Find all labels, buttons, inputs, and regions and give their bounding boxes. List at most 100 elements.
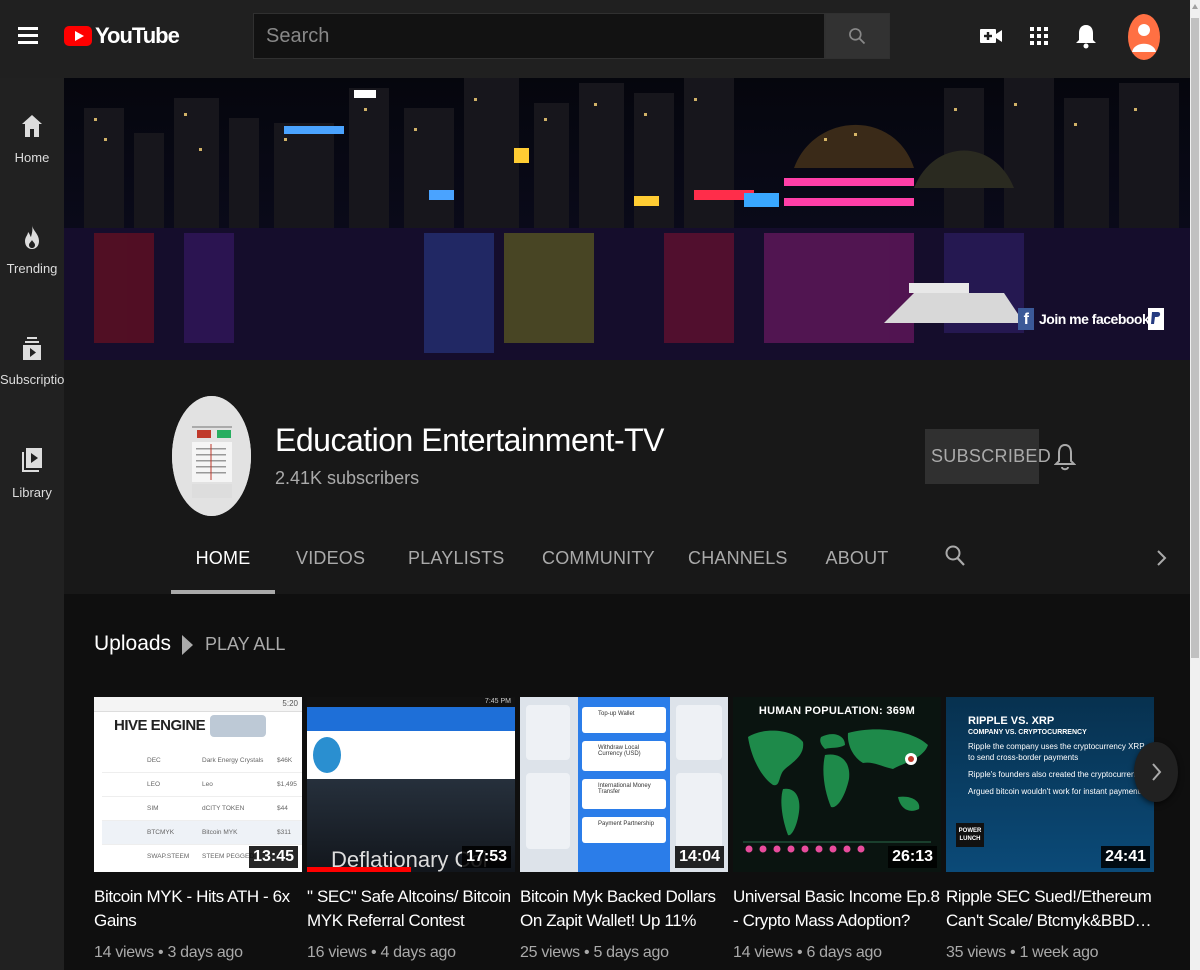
thumb-menu-item: Withdraw Local Currency (USD) bbox=[582, 741, 666, 771]
video-title[interactable]: Ripple SEC Sued!/Ethereum Can't Scale/ B… bbox=[946, 885, 1154, 933]
tab-about[interactable]: ABOUT bbox=[824, 532, 890, 590]
sidebar-label-trending: Trending bbox=[6, 261, 58, 276]
video-card[interactable]: 5:20 HIVE ENGINE DEC Dark Energy Crystals… bbox=[94, 697, 302, 962]
thumb-side-card bbox=[526, 705, 570, 760]
create-video-icon[interactable] bbox=[977, 22, 1005, 50]
video-card[interactable]: Top-up Wallet Withdraw Local Currency (U… bbox=[520, 697, 728, 962]
tab-channels[interactable]: CHANNELS bbox=[688, 532, 787, 590]
video-title[interactable]: Bitcoin Myk Backed Dollars On Zapit Wall… bbox=[520, 885, 728, 933]
uploads-title[interactable]: Uploads bbox=[94, 632, 171, 656]
video-title[interactable]: Universal Basic Income Ep.8 - Crypto Mas… bbox=[733, 885, 941, 933]
video-thumbnail[interactable]: Top-up Wallet Withdraw Local Currency (U… bbox=[520, 697, 728, 872]
channel-search-icon[interactable] bbox=[944, 544, 966, 568]
video-duration: 24:41 bbox=[1101, 846, 1150, 868]
video-duration: 14:04 bbox=[675, 846, 724, 868]
thumb-status-bar: 7:45 PM bbox=[307, 697, 515, 707]
video-duration: 26:13 bbox=[888, 846, 937, 868]
thumb-status-bar: 5:20 bbox=[94, 697, 302, 712]
play-all-label: PLAY ALL bbox=[205, 634, 286, 654]
home-icon bbox=[22, 115, 42, 137]
search-box bbox=[253, 13, 825, 59]
masthead: YouTube bbox=[0, 0, 1200, 78]
sidebar-label-subscriptions: Subscriptions bbox=[0, 372, 79, 387]
thumb-menu-item: International Money Transfer bbox=[582, 779, 666, 809]
thumb-token-row: BTCMYK Bitcoin MYK $311 bbox=[102, 821, 302, 845]
avatar-circle bbox=[1128, 14, 1160, 60]
sidebar-item-subscriptions[interactable]: Subscriptions bbox=[0, 334, 79, 434]
sidebar-label-home: Home bbox=[14, 150, 50, 165]
video-card[interactable]: HUMAN POPULATION: 369M 26:13 Universal B… bbox=[733, 697, 941, 962]
thumb-token-row: SIM dCITY TOKEN $44 bbox=[102, 797, 302, 821]
thumb-app-bar bbox=[307, 707, 515, 731]
thumb-bullet: Argued bitcoin wouldn't work for instant… bbox=[968, 787, 1144, 796]
sidebar-item-home[interactable]: Home bbox=[0, 112, 64, 212]
logo-text: YouTube bbox=[95, 23, 180, 48]
carousel-next-button[interactable] bbox=[1134, 742, 1178, 802]
uploads-section: Uploads PLAY ALL 5:20 HIVE ENGINE DEC Dar… bbox=[64, 594, 1190, 970]
sidebar-item-trending[interactable]: Trending bbox=[0, 223, 64, 323]
page-scrollbar[interactable] bbox=[1190, 0, 1200, 970]
paypal-link[interactable] bbox=[1148, 308, 1164, 330]
thumb-side-card bbox=[676, 773, 722, 849]
user-avatar[interactable] bbox=[1128, 14, 1160, 60]
play-icon bbox=[182, 634, 193, 655]
play-all-button[interactable]: PLAY ALL bbox=[182, 634, 285, 655]
video-meta: 14 views • 6 days ago bbox=[733, 944, 882, 961]
chevron-right-icon bbox=[1152, 763, 1162, 781]
thumb-power-lunch-logo: POWER LUNCH bbox=[956, 823, 984, 847]
video-meta: 25 views • 5 days ago bbox=[520, 944, 669, 961]
facebook-link-text: Join me facebook bbox=[1039, 311, 1150, 327]
notification-bell-icon[interactable] bbox=[1054, 442, 1076, 472]
tabs-chevron-right-icon[interactable] bbox=[1154, 548, 1168, 568]
tab-community[interactable]: COMMUNITY bbox=[542, 532, 655, 590]
video-thumbnail[interactable]: HUMAN POPULATION: 369M 26:13 bbox=[733, 697, 941, 872]
thumb-bullet: Ripple the company uses the cryptocurren… bbox=[968, 742, 1145, 762]
channel-name: Education Entertainment-TV bbox=[275, 422, 664, 458]
facebook-icon: f bbox=[1018, 308, 1034, 330]
facebook-link[interactable]: f Join me facebook bbox=[1018, 308, 1150, 330]
apps-grid-icon[interactable] bbox=[1025, 22, 1053, 50]
video-meta: 35 views • 1 week ago bbox=[946, 944, 1099, 961]
video-meta: 14 views • 3 days ago bbox=[94, 944, 243, 961]
video-card[interactable]: RIPPLE VS. XRP COMPANY VS. CRYPTOCURRENC… bbox=[946, 697, 1154, 962]
tab-videos[interactable]: VIDEOS bbox=[296, 532, 365, 590]
video-thumbnail[interactable]: 7:45 PM Deflationary Coi 17:53 bbox=[307, 697, 515, 872]
thumb-ripple-title: RIPPLE VS. XRP bbox=[968, 715, 1055, 727]
sidebar-label-library: Library bbox=[12, 485, 52, 500]
thumb-token-row: LEO Leo $1,495 bbox=[102, 773, 302, 797]
search-button[interactable] bbox=[825, 13, 890, 59]
menu-icon[interactable] bbox=[18, 27, 38, 45]
thumb-ripple-bullets: Ripple the company uses the cryptocurren… bbox=[968, 741, 1148, 797]
thumb-side-card bbox=[526, 773, 570, 849]
play-logo-icon bbox=[64, 26, 92, 46]
thumb-menu-item: Payment Partnership bbox=[582, 817, 666, 843]
video-duration: 13:45 bbox=[249, 846, 298, 868]
search-icon bbox=[849, 28, 866, 45]
scrollbar-thumb[interactable] bbox=[1191, 18, 1199, 658]
thumb-wallet-menu: Top-up Wallet Withdraw Local Currency (U… bbox=[582, 707, 666, 843]
flame-icon bbox=[25, 225, 39, 249]
library-icon bbox=[22, 448, 42, 472]
video-duration: 17:53 bbox=[462, 846, 511, 868]
channel-avatar[interactable] bbox=[172, 396, 251, 516]
thumb-coin-logo bbox=[313, 737, 341, 773]
tab-playlists[interactable]: PLAYLISTS bbox=[408, 532, 504, 590]
subscribed-button[interactable]: SUBSCRIBED bbox=[925, 429, 1051, 484]
tab-home[interactable]: HOME bbox=[171, 532, 275, 594]
video-title[interactable]: " SEC" Safe Altcoins/ Bitcoin MYK Referr… bbox=[307, 885, 515, 933]
youtube-logo[interactable]: YouTube bbox=[64, 23, 180, 49]
video-title[interactable]: Bitcoin MYK - Hits ATH - 6x Gains bbox=[94, 885, 302, 933]
video-card[interactable]: 7:45 PM Deflationary Coi 17:53 " SEC" Sa… bbox=[307, 697, 515, 962]
video-thumbnail[interactable]: 5:20 HIVE ENGINE DEC Dark Energy Crystals… bbox=[94, 697, 302, 872]
video-thumbnail[interactable]: RIPPLE VS. XRP COMPANY VS. CRYPTOCURRENC… bbox=[946, 697, 1154, 872]
thumb-menu-item: Top-up Wallet bbox=[582, 707, 666, 733]
paypal-icon bbox=[1148, 308, 1164, 330]
sidebar-item-library[interactable]: Library bbox=[0, 445, 64, 545]
person-icon bbox=[1132, 24, 1156, 52]
search-input[interactable] bbox=[254, 14, 824, 58]
channel-avatar-image bbox=[172, 396, 251, 516]
thumb-blurred-box bbox=[210, 715, 266, 737]
scroll-up-arrow-icon[interactable] bbox=[1190, 0, 1200, 14]
subscriptions-icon bbox=[23, 337, 41, 360]
notifications-bell-icon[interactable] bbox=[1072, 22, 1100, 50]
